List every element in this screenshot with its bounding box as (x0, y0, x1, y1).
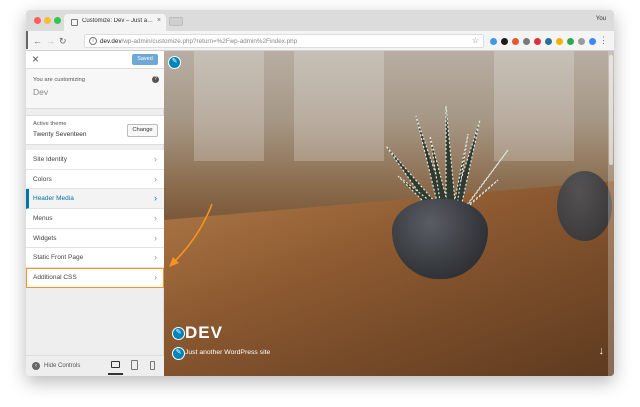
mobile-preview-icon[interactable] (150, 361, 155, 370)
chevron-right-icon: › (154, 252, 157, 263)
preview-scrollbar[interactable] (608, 51, 614, 376)
edit-site-description-icon[interactable]: ✎ (172, 347, 185, 360)
new-tab-button[interactable] (169, 17, 183, 26)
menu-item-additional-css[interactable]: Additional CSS › (26, 268, 164, 288)
site-description: Just another WordPress site (185, 349, 271, 356)
site-name: Dev (33, 87, 49, 97)
close-icon[interactable]: × (32, 52, 39, 66)
back-arrow-icon[interactable]: ← (33, 35, 42, 47)
extension-icon[interactable] (567, 38, 574, 45)
edit-shortcut-icon[interactable]: ✎ (168, 56, 181, 69)
active-theme-label: Active theme (33, 121, 67, 127)
saved-button[interactable]: Saved (132, 54, 158, 65)
customizer-menu: Site Identity › Colors › Header Media › … (26, 150, 164, 288)
menu-item-label: Colors (33, 175, 52, 183)
chevron-right-icon: › (154, 154, 157, 164)
chevron-right-icon: › (154, 173, 157, 184)
menu-item-header-media[interactable]: Header Media › (26, 189, 164, 210)
help-icon[interactable]: ? (152, 76, 159, 83)
browser-toolbar: ← → ↻ i dev.dev/wp-admin/customize.php?r… (26, 31, 614, 51)
change-theme-button[interactable]: Change (127, 124, 158, 137)
home-icon[interactable] (26, 31, 28, 49)
window-close-button[interactable] (34, 17, 41, 24)
bookmark-star-icon[interactable]: ☆ (472, 36, 479, 45)
extension-icon[interactable] (490, 38, 497, 45)
site-preview: ✎ ✎ ✎ DEV Just another WordPress site ↓ (164, 51, 614, 376)
chevron-right-icon: › (154, 213, 157, 224)
profile-button[interactable]: You (596, 16, 606, 22)
sidebar-footer: ‹ Hide Controls (26, 355, 164, 376)
url-host: dev.dev (100, 38, 122, 45)
extension-icon[interactable] (501, 38, 508, 45)
menu-item-menus[interactable]: Menus › (26, 209, 164, 229)
page-icon (71, 19, 78, 26)
extension-icon[interactable] (523, 38, 530, 45)
window-maximize-button[interactable] (54, 17, 61, 24)
edit-site-title-icon[interactable]: ✎ (172, 327, 185, 340)
active-theme-panel: Active theme Twenty Seventeen Change (26, 115, 164, 145)
menu-item-label: Additional CSS (33, 274, 77, 282)
menu-item-label: Static Front Page (33, 254, 84, 262)
tab-title: Customize: Dev – Just another (82, 18, 154, 24)
browser-menu-icon[interactable]: ⋮ (599, 35, 608, 45)
info-icon[interactable]: i (89, 37, 97, 45)
active-device-indicator (108, 373, 123, 375)
page-content: × Saved You are customizing Dev ? Active… (26, 51, 614, 376)
hide-controls-icon[interactable]: ‹ (32, 362, 40, 370)
chevron-right-icon: › (154, 232, 157, 243)
address-bar[interactable]: i dev.dev/wp-admin/customize.php?return=… (84, 34, 484, 48)
extension-icon[interactable] (556, 38, 563, 45)
menu-item-static-front-page[interactable]: Static Front Page › (26, 248, 164, 269)
chevron-right-icon: › (154, 272, 157, 283)
extension-icon[interactable] (534, 38, 541, 45)
extension-icon[interactable] (512, 38, 519, 45)
reload-icon[interactable]: ↻ (59, 35, 67, 47)
browser-window: Customize: Dev – Just another × You ← → … (26, 10, 614, 376)
background-window-light (194, 51, 264, 161)
window-minimize-button[interactable] (44, 17, 51, 24)
menu-item-label: Header Media (33, 195, 74, 203)
extension-icon[interactable] (589, 38, 596, 45)
menu-item-widgets[interactable]: Widgets › (26, 228, 164, 249)
tablet-preview-icon[interactable] (131, 360, 138, 370)
customizer-sidebar: × Saved You are customizing Dev ? Active… (26, 51, 164, 376)
menu-item-site-identity[interactable]: Site Identity › (26, 150, 164, 170)
background-window-light (294, 51, 384, 161)
site-title[interactable]: DEV (185, 323, 223, 343)
scroll-down-arrow-icon[interactable]: ↓ (599, 345, 605, 357)
menu-item-label: Menus (33, 215, 53, 223)
sidebar-header: × Saved (26, 51, 164, 69)
tab-close-icon[interactable]: × (157, 17, 161, 24)
header-image-background-pot (557, 171, 612, 241)
forward-arrow-icon[interactable]: → (46, 35, 55, 47)
extension-icon[interactable] (545, 38, 552, 45)
menu-item-label: Site Identity (33, 156, 67, 163)
url-text: dev.dev/wp-admin/customize.php?return=%2… (100, 38, 297, 45)
browser-tab[interactable]: Customize: Dev – Just another × (64, 14, 166, 31)
customizing-label: You are customizing (33, 77, 85, 83)
hide-controls-label[interactable]: Hide Controls (44, 363, 80, 369)
url-path: /wp-admin/customize.php?return=%2Fwp-adm… (121, 38, 298, 45)
scrollbar-thumb[interactable] (609, 55, 613, 165)
tab-strip: Customize: Dev – Just another × You (26, 10, 614, 31)
extension-icon[interactable] (578, 38, 585, 45)
customizing-info: You are customizing Dev ? (26, 69, 164, 109)
menu-item-colors[interactable]: Colors › (26, 169, 164, 190)
menu-item-label: Widgets (33, 234, 57, 242)
theme-name: Twenty Seventeen (33, 131, 87, 138)
chevron-right-icon: › (154, 193, 157, 204)
desktop-preview-icon[interactable] (111, 361, 120, 368)
